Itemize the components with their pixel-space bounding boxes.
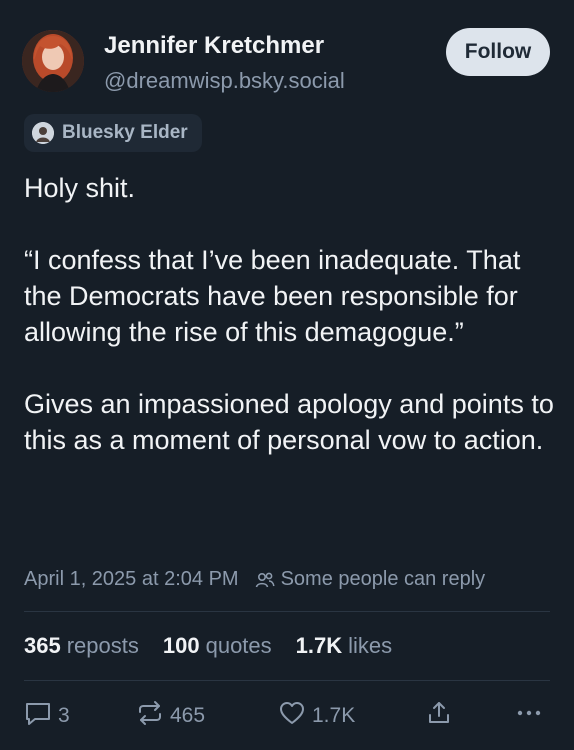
reposts-stat[interactable]: 365 reposts [24,633,139,659]
quotes-count: 100 [162,633,200,658]
speech-bubble-icon [24,700,52,732]
reply-count: 3 [58,704,70,727]
post-paragraph: “I confess that I’ve been inadequate. Th… [24,245,521,347]
avatar[interactable] [22,30,84,92]
divider [24,680,550,681]
post-container: Jennifer Kretchmer @dreamwisp.bsky.socia… [0,0,574,750]
author-handle[interactable]: @dreamwisp.bsky.social [104,68,345,94]
heart-icon [278,700,306,732]
reply-button[interactable]: 3 [24,700,70,732]
ellipsis-icon [514,700,544,732]
quotes-stat[interactable]: 100 quotes [163,633,272,659]
divider [24,611,550,612]
likes-label: likes [348,633,393,658]
people-icon [255,571,275,589]
follow-button[interactable]: Follow [446,28,550,76]
repost-button[interactable]: 465 [136,700,205,732]
post-timestamp[interactable]: April 1, 2025 at 2:04 PM [24,568,239,591]
author-name[interactable]: Jennifer Kretchmer [104,32,324,60]
reposts-label: reposts [66,633,139,658]
post-body: Holy shit. “I confess that I’ve been ina… [24,170,554,458]
share-button[interactable] [426,700,452,732]
repost-arrows-icon [136,700,164,732]
engagement-stats: 365 reposts 100 quotes 1.7K likes [24,633,416,659]
reply-setting[interactable]: Some people can reply [281,568,486,591]
like-button[interactable]: 1.7K [278,700,355,732]
quotes-label: quotes [205,633,272,658]
post-meta: April 1, 2025 at 2:04 PM Some people can… [24,568,485,591]
elder-badge-icon [32,122,54,144]
repost-count: 465 [170,704,206,727]
post-paragraph: Gives an impassioned apology and points … [24,389,554,455]
reposts-count: 365 [24,633,61,658]
likes-stat[interactable]: 1.7K likes [296,633,393,659]
action-bar: 3 465 1.7K [24,700,550,730]
verification-badge[interactable]: Bluesky Elder [24,114,202,152]
share-upload-icon [426,700,452,732]
more-options-button[interactable] [514,700,544,732]
post-paragraph: Holy shit. [24,173,136,203]
badge-label: Bluesky Elder [62,122,188,143]
like-count: 1.7K [312,704,356,727]
likes-count: 1.7K [295,633,343,658]
